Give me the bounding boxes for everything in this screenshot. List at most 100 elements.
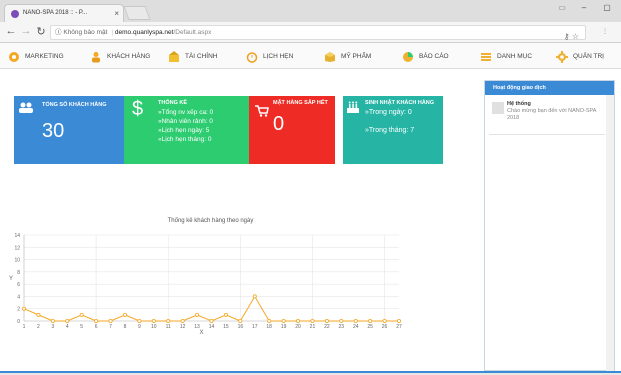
nav-appointments[interactable]: LỊCH HẸN [246,49,293,64]
tab-close-icon[interactable]: × [114,5,119,22]
activity-header: Hoạt động giao dịch [485,81,614,95]
activity-list[interactable]: Hệ thống Chào mừng bạn đến với NANO-SPA … [485,95,607,371]
data-point [339,319,344,324]
data-point [296,319,301,324]
data-point [166,319,171,324]
minimize-button[interactable]: – [574,3,594,12]
reload-icon[interactable]: ↻ [34,25,48,38]
stat-value: 30 [42,120,65,142]
nav-finance[interactable]: TÀI CHÍNH [168,49,218,64]
address-bar: ← → ↻ ⓘ Không bảo mật | demo.quanlyspa.ne… [0,22,621,43]
y-tick-label: 2 [17,307,20,313]
stat-title: THỐNG KÊ [158,100,188,106]
stat-line: »Lịch hẹn tháng: 0 [158,136,212,143]
y-tick-label: 8 [17,270,20,276]
stat-card-out-of-stock[interactable]: MẶT HÀNG SẮP HẾT 0 [249,96,335,164]
list-item[interactable]: Hệ thống Chào mừng bạn đến với NANO-SPA … [489,99,605,135]
stat-line: »Nhân viên rảnh: 0 [158,118,213,125]
nav-label: LỊCH HẸN [263,53,294,60]
maximize-button[interactable]: ▢ [597,3,617,12]
avatar [492,102,504,114]
x-axis-label: X [199,330,203,336]
data-point [267,319,272,324]
x-tick-label: 1 [23,324,26,330]
y-tick-label: 6 [17,282,20,288]
customer-chart: 024681012141 2 3 4 5 6 7 8 9 10 11 12 13 14 15 16 17 18 19… [9,233,402,336]
data-point [310,319,315,324]
x-tick-label: 17 [252,324,258,330]
x-tick-label: 21 [310,324,316,330]
chart-title: Thống kê khách hàng theo ngày [167,218,254,224]
x-tick-label: 14 [209,324,215,330]
data-point [21,306,26,311]
browser-tab-bar: NANO-SPA 2018 :: - P... × ▭ – ▢ [0,0,621,22]
tab-title: NANO-SPA 2018 :: - P... [23,10,88,16]
report-icon [402,51,414,63]
stat-card-birthday[interactable]: SINH NHẬT KHÁCH HÀNG »Trong ngày: 0 »Tro… [343,96,443,164]
data-point [180,319,185,324]
x-tick-label: 5 [80,324,83,330]
stat-line: »Trong ngày: 0 [365,109,412,116]
stat-card-statistics[interactable]: $ THỐNG KÊ »Tổng nv xếp ca: 0 »Nhân viên… [124,96,253,164]
url-host: demo.quanlyspa.net [114,29,174,36]
nav-label: MỸ PHẨM [341,53,372,60]
stat-card-customers[interactable]: TỔNG SỐ KHÁCH HÀNG 30 [14,96,128,164]
nav-reports[interactable]: BÁO CÁO [402,49,449,64]
data-point [50,319,55,324]
x-tick-label: 19 [281,324,287,330]
finance-icon [168,50,180,63]
stat-line: »Trong tháng: 7 [365,127,415,134]
bookmark-star-icon[interactable]: ⚷ ☆ [564,30,579,44]
nav-cosmetics[interactable]: MỸ PHẨM [324,49,371,64]
x-tick-label: 23 [339,324,345,330]
main-navigation: MARKETING KHÁCH HÀNG TÀI CHÍNH LỊCH HẸN … [0,43,621,69]
y-tick-label: 0 [17,319,20,325]
x-tick-label: 26 [382,324,388,330]
data-point [79,312,84,317]
nav-customers[interactable]: KHÁCH HÀNG [90,49,150,64]
data-point [122,312,127,317]
activity-scrollbar[interactable] [606,95,614,371]
new-tab-button[interactable] [123,6,151,20]
forward-arrow-icon[interactable]: → [19,25,33,37]
extension-icon[interactable]: ⫶ [598,27,612,37]
data-point [209,319,214,324]
browser-tab[interactable]: NANO-SPA 2018 :: - P... × [4,4,124,22]
nav-categories[interactable]: DANH MỤC [480,49,532,64]
stat-title: MẶT HÀNG SẮP HẾT [273,100,328,106]
back-arrow-icon[interactable]: ← [4,25,18,37]
x-tick-label: 27 [396,324,402,330]
marketing-icon [8,51,20,63]
y-tick-label: 10 [14,258,20,264]
stat-value: 0 [273,113,285,135]
nav-admin[interactable]: QUẢN TRỊ [556,49,604,64]
url-input[interactable]: ⓘ Không bảo mật | demo.quanlyspa.net/Defa… [50,25,586,41]
x-tick-label: 3 [51,324,54,330]
data-point [281,319,286,324]
x-tick-label: 12 [180,324,186,330]
customers-icon [90,51,102,63]
y-tick-label: 4 [17,294,20,300]
x-tick-label: 11 [166,324,171,330]
data-point [252,294,257,299]
security-label: Không bảo mật [63,29,108,36]
data-point [396,319,401,324]
page-footer-bar [0,371,621,375]
x-tick-label: 20 [295,324,301,330]
category-icon [480,51,492,63]
x-tick-label: 10 [151,324,157,330]
data-point [353,319,358,324]
stat-title: SINH NHẬT KHÁCH HÀNG [365,100,435,106]
x-tick-label: 15 [223,324,229,330]
data-point [238,319,243,324]
nav-marketing[interactable]: MARKETING [8,49,64,64]
data-point [324,319,329,324]
x-tick-label: 4 [66,324,69,330]
x-tick-label: 2 [37,324,40,330]
favicon-icon [11,10,19,18]
nav-label: QUẢN TRỊ [573,53,604,60]
data-point [151,319,156,324]
activity-message: Chào mừng bạn đến với NANO-SPA 2018 [507,108,597,121]
url-path: /Default.aspx [173,29,212,36]
stat-line: »Lịch hẹn ngày: 5 [158,127,210,134]
